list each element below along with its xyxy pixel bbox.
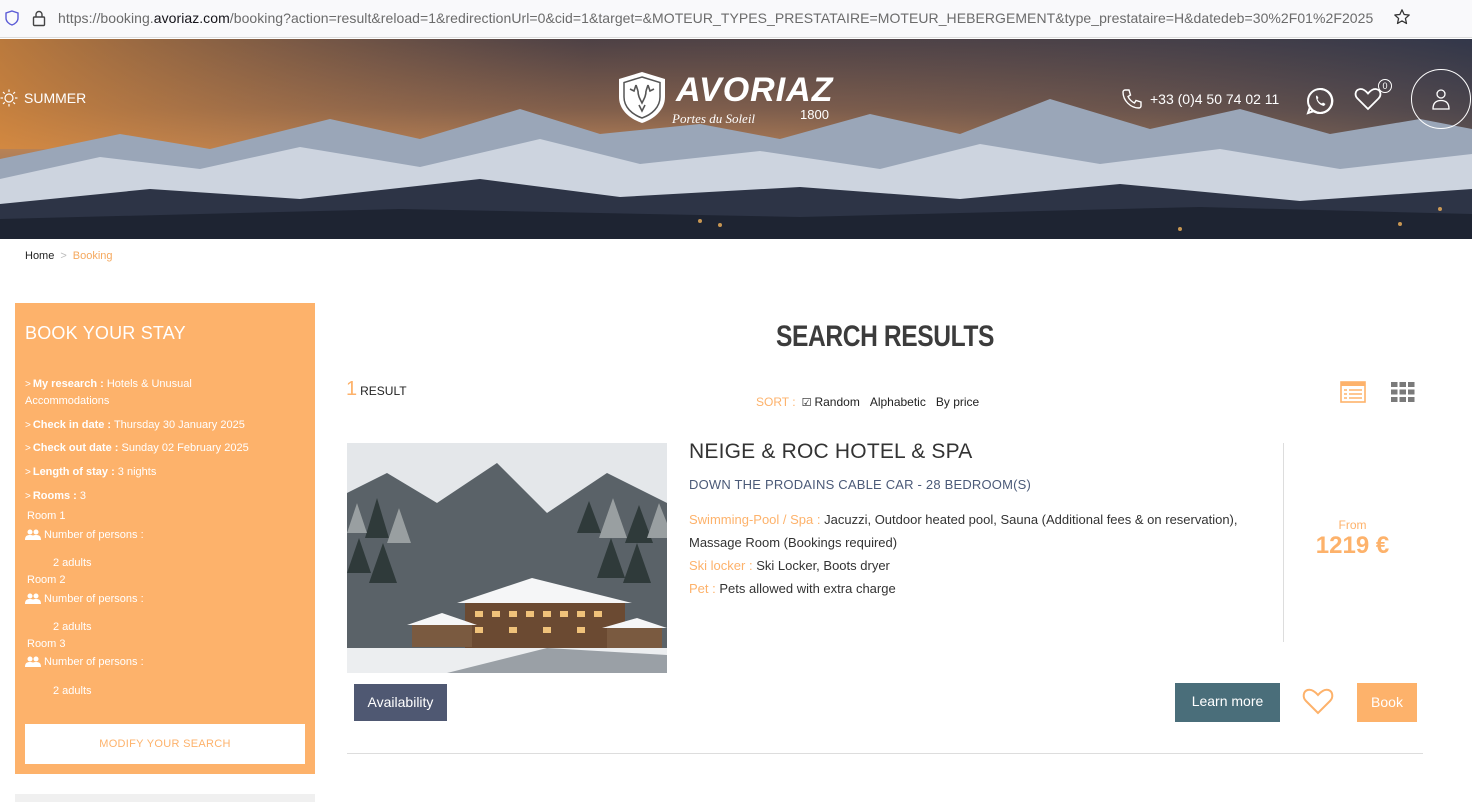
chevron-right-icon: >: [25, 443, 31, 454]
learn-more-button[interactable]: Learn more: [1175, 683, 1280, 722]
hero-banner: SUMMER AVORIAZ Portes du Soleil 1800 +33…: [0, 39, 1472, 239]
price-from-label: From: [1338, 518, 1367, 532]
room-1-label: Room 1: [27, 510, 66, 522]
heart-icon: [1354, 88, 1382, 111]
price-value: 1219 €: [1315, 532, 1390, 559]
season-switch[interactable]: SUMMER: [0, 89, 86, 107]
account-button[interactable]: [1411, 69, 1471, 129]
book-button[interactable]: Book: [1357, 683, 1417, 722]
research-row: > My research : Hotels & Unusual Accommod…: [25, 378, 192, 407]
page-title: SEARCH RESULTS: [776, 320, 994, 353]
breadcrumb-current: Booking: [72, 250, 113, 262]
sidebar-title: BOOK YOUR STAY: [25, 323, 186, 343]
book-your-stay-panel: BOOK YOUR STAY > My research : Hotels & U…: [15, 303, 315, 774]
feature-spa: Swimming-Pool / Spa : Jacuzzi, Outdoor h…: [689, 512, 1238, 550]
logo-altitude: 1800: [800, 107, 829, 122]
browser-url-bar[interactable]: https://booking.avoriaz.com/booking?acti…: [0, 0, 1472, 38]
result-separator: [347, 753, 1423, 754]
chevron-right-icon: >: [25, 467, 31, 478]
hotel-name[interactable]: NEIGE & ROC HOTEL & SPA: [689, 440, 973, 464]
avoriaz-logo[interactable]: AVORIAZ Portes du Soleil 1800: [614, 67, 836, 133]
sort-random-option[interactable]: ☑ Random: [802, 395, 860, 409]
group-icon: [25, 593, 41, 604]
sort-alphabetic-option[interactable]: Alphabetic: [870, 395, 926, 409]
breadcrumb-home-link[interactable]: Home: [25, 250, 54, 262]
sun-icon: [0, 89, 18, 107]
checkbox-checked-icon: ☑: [801, 397, 812, 409]
chevron-right-icon: >: [25, 491, 31, 502]
breadcrumb: Home > Booking: [25, 250, 113, 262]
room-1-persons: Number of persons :: [25, 529, 144, 541]
phone-number[interactable]: +33 (0)4 50 74 02 11: [1150, 91, 1279, 107]
checkout-row: > Check out date : Sunday 02 February 202…: [25, 442, 249, 454]
room-2-label: Room 2: [27, 574, 66, 586]
hotel-photo[interactable]: [347, 443, 667, 673]
chevron-right-icon: >: [25, 420, 31, 431]
group-icon: [25, 656, 41, 667]
phone-link[interactable]: +33 (0)4 50 74 02 11: [1120, 87, 1279, 111]
deer-shield-icon: [619, 72, 665, 123]
availability-button[interactable]: Availability: [354, 684, 447, 721]
user-icon: [1432, 89, 1450, 110]
list-view-icon[interactable]: [1340, 381, 1366, 403]
room-2-adults: 2 adults: [53, 621, 92, 633]
add-favorite-heart-icon[interactable]: [1302, 687, 1334, 715]
room-3-persons: Number of persons :: [25, 656, 144, 668]
sidebar-next-panel: [15, 794, 315, 802]
feature-ski-locker: Ski locker : Ski Locker, Boots dryer: [689, 558, 890, 573]
feature-pet: Pet : Pets allowed with extra charge: [689, 581, 896, 596]
favorites-button[interactable]: 0: [1354, 79, 1392, 116]
favorites-count-badge: 0: [1378, 79, 1392, 93]
rooms-row: > Rooms : 3: [25, 490, 87, 502]
lock-icon[interactable]: [32, 9, 46, 27]
hotel-chalet-image: [347, 443, 667, 673]
length-row: > Length of stay : 3 nights: [25, 466, 157, 478]
result-count: 1 RESULT: [346, 378, 407, 400]
checkin-row: > Check in date : Thursday 30 January 202…: [25, 419, 245, 431]
season-label[interactable]: SUMMER: [24, 90, 86, 106]
room-1-adults: 2 adults: [53, 557, 92, 569]
sort-price-option[interactable]: By price: [936, 395, 979, 409]
card-divider: [1283, 443, 1284, 642]
modify-search-button[interactable]: MODIFY YOUR SEARCH: [25, 724, 305, 764]
room-2-persons: Number of persons :: [25, 593, 144, 605]
sort-label: SORT :: [756, 395, 796, 409]
chevron-right-icon: >: [25, 379, 31, 390]
grid-view-icon[interactable]: [1390, 381, 1416, 403]
sort-bar: SORT : ☑ Random Alphabetic By price: [756, 395, 989, 409]
whatsapp-icon[interactable]: [1306, 87, 1334, 115]
room-3-label: Room 3: [27, 638, 66, 650]
hotel-subtitle: DOWN THE PRODAINS CABLE CAR - 28 BEDROOM…: [689, 477, 1032, 492]
url-text[interactable]: https://booking.avoriaz.com/booking?acti…: [58, 10, 1383, 26]
phone-icon: [1122, 89, 1142, 109]
bookmark-star-icon[interactable]: [1393, 8, 1411, 26]
shield-icon[interactable]: [5, 10, 19, 26]
breadcrumb-separator: >: [60, 250, 67, 262]
group-icon: [25, 529, 41, 540]
logo-wordmark: AVORIAZ: [676, 71, 834, 109]
logo-subtitle: Portes du Soleil: [672, 111, 756, 126]
room-3-adults: 2 adults: [53, 685, 92, 697]
